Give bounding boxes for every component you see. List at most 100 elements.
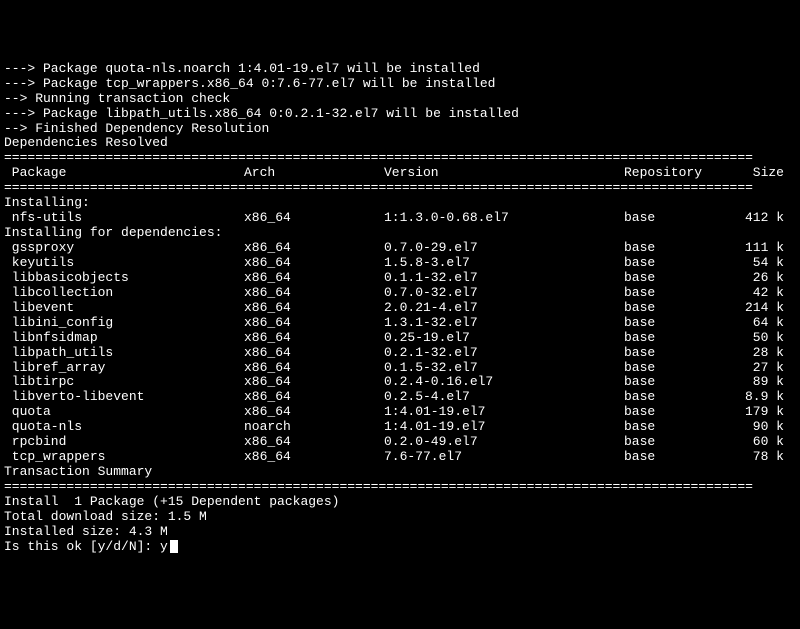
section-installing: Installing: — [4, 196, 796, 211]
table-row: nfs-utilsx86_641:1.3.0-0.68.el7base412 k — [4, 211, 796, 226]
col-repo: base — [624, 301, 724, 316]
col-version: 2.0.21-4.el7 — [384, 301, 624, 316]
total-download: Total download size: 1.5 M — [4, 510, 796, 525]
col-package: gssproxy — [4, 241, 244, 256]
col-arch: Arch — [244, 166, 384, 181]
preamble-line: ---> Package quota-nls.noarch 1:4.01-19.… — [4, 62, 796, 77]
col-version: 1.3.1-32.el7 — [384, 316, 624, 331]
table-row: libini_configx86_641.3.1-32.el7base64 k — [4, 316, 796, 331]
col-package: libverto-libevent — [4, 390, 244, 405]
col-package: libpath_utils — [4, 346, 244, 361]
col-arch: x86_64 — [244, 301, 384, 316]
col-repo: base — [624, 405, 724, 420]
col-size: 179 k — [724, 405, 784, 420]
col-repo: base — [624, 241, 724, 256]
col-repo: base — [624, 256, 724, 271]
col-size: 60 k — [724, 435, 784, 450]
col-size: 90 k — [724, 420, 784, 435]
col-arch: x86_64 — [244, 346, 384, 361]
col-package: libcollection — [4, 286, 244, 301]
table-row: libnfsidmapx86_640.25-19.el7base50 k — [4, 331, 796, 346]
col-version: 1.5.8-3.el7 — [384, 256, 624, 271]
divider: ========================================… — [4, 181, 796, 196]
col-size: 26 k — [724, 271, 784, 286]
col-package: libini_config — [4, 316, 244, 331]
col-repo: base — [624, 331, 724, 346]
col-size: 214 k — [724, 301, 784, 316]
col-version: 0.2.5-4.el7 — [384, 390, 624, 405]
col-version: 0.2.0-49.el7 — [384, 435, 624, 450]
table-row: quotax86_641:4.01-19.el7base179 k — [4, 405, 796, 420]
col-version: 0.2.4-0.16.el7 — [384, 375, 624, 390]
col-arch: x86_64 — [244, 405, 384, 420]
col-package: libbasicobjects — [4, 271, 244, 286]
col-version: 1:1.3.0-0.68.el7 — [384, 211, 624, 226]
col-size: 42 k — [724, 286, 784, 301]
col-version: 0.7.0-29.el7 — [384, 241, 624, 256]
col-version: 0.1.1-32.el7 — [384, 271, 624, 286]
table-row: libbasicobjectsx86_640.1.1-32.el7base26 … — [4, 271, 796, 286]
col-package: quota-nls — [4, 420, 244, 435]
col-arch: x86_64 — [244, 361, 384, 376]
col-size: 64 k — [724, 316, 784, 331]
table-row: libeventx86_642.0.21-4.el7base214 k — [4, 301, 796, 316]
col-version: 0.7.0-32.el7 — [384, 286, 624, 301]
prompt-input[interactable]: y — [160, 540, 168, 555]
col-repo: base — [624, 316, 724, 331]
prompt-text: Is this ok [y/d/N]: — [4, 540, 160, 555]
col-size: 89 k — [724, 375, 784, 390]
col-size: 27 k — [724, 361, 784, 376]
col-version: 0.25-19.el7 — [384, 331, 624, 346]
deps-resolved: Dependencies Resolved — [4, 136, 796, 151]
col-repo: base — [624, 361, 724, 376]
col-size: 8.9 k — [724, 390, 784, 405]
col-arch: x86_64 — [244, 241, 384, 256]
col-package: tcp_wrappers — [4, 450, 244, 465]
preamble-line: --> Finished Dependency Resolution — [4, 122, 796, 137]
col-size: 54 k — [724, 256, 784, 271]
col-size: 412 k — [724, 211, 784, 226]
divider: ========================================… — [4, 480, 796, 495]
col-package: libref_array — [4, 361, 244, 376]
confirm-prompt[interactable]: Is this ok [y/d/N]: y — [4, 540, 796, 555]
col-version: 0.1.5-32.el7 — [384, 361, 624, 376]
cursor — [170, 540, 178, 553]
col-package: libtirpc — [4, 375, 244, 390]
col-repo: base — [624, 271, 724, 286]
table-header: PackageArchVersionRepositorySize — [4, 166, 796, 181]
table-row: libverto-libeventx86_640.2.5-4.el7base8.… — [4, 390, 796, 405]
terminal-output: ---> Package quota-nls.noarch 1:4.01-19.… — [4, 62, 796, 555]
table-row: rpcbindx86_640.2.0-49.el7base60 k — [4, 435, 796, 450]
table-row: tcp_wrappersx86_647.6-77.el7base78 k — [4, 450, 796, 465]
col-arch: x86_64 — [244, 211, 384, 226]
col-package: libevent — [4, 301, 244, 316]
col-arch: x86_64 — [244, 271, 384, 286]
preamble-line: ---> Package libpath_utils.x86_64 0:0.2.… — [4, 107, 796, 122]
summary-line: Install 1 Package (+15 Dependent package… — [4, 495, 796, 510]
col-repo: base — [624, 390, 724, 405]
col-repo: base — [624, 375, 724, 390]
col-repo: base — [624, 420, 724, 435]
col-size: Size — [724, 166, 784, 181]
divider: ========================================… — [4, 151, 796, 166]
installed-size: Installed size: 4.3 M — [4, 525, 796, 540]
preamble-line: ---> Package tcp_wrappers.x86_64 0:7.6-7… — [4, 77, 796, 92]
col-version: Version — [384, 166, 624, 181]
section-installing-deps: Installing for dependencies: — [4, 226, 796, 241]
col-version: 0.2.1-32.el7 — [384, 346, 624, 361]
col-arch: x86_64 — [244, 435, 384, 450]
col-arch: x86_64 — [244, 375, 384, 390]
col-arch: x86_64 — [244, 256, 384, 271]
col-version: 1:4.01-19.el7 — [384, 405, 624, 420]
col-size: 28 k — [724, 346, 784, 361]
col-arch: x86_64 — [244, 286, 384, 301]
col-repo: base — [624, 286, 724, 301]
table-row: libref_arrayx86_640.1.5-32.el7base27 k — [4, 361, 796, 376]
col-repo: Repository — [624, 166, 724, 181]
col-package: nfs-utils — [4, 211, 244, 226]
preamble-line: --> Running transaction check — [4, 92, 796, 107]
table-row: gssproxyx86_640.7.0-29.el7base111 k — [4, 241, 796, 256]
table-row: libpath_utilsx86_640.2.1-32.el7base28 k — [4, 346, 796, 361]
col-package: libnfsidmap — [4, 331, 244, 346]
col-package: rpcbind — [4, 435, 244, 450]
